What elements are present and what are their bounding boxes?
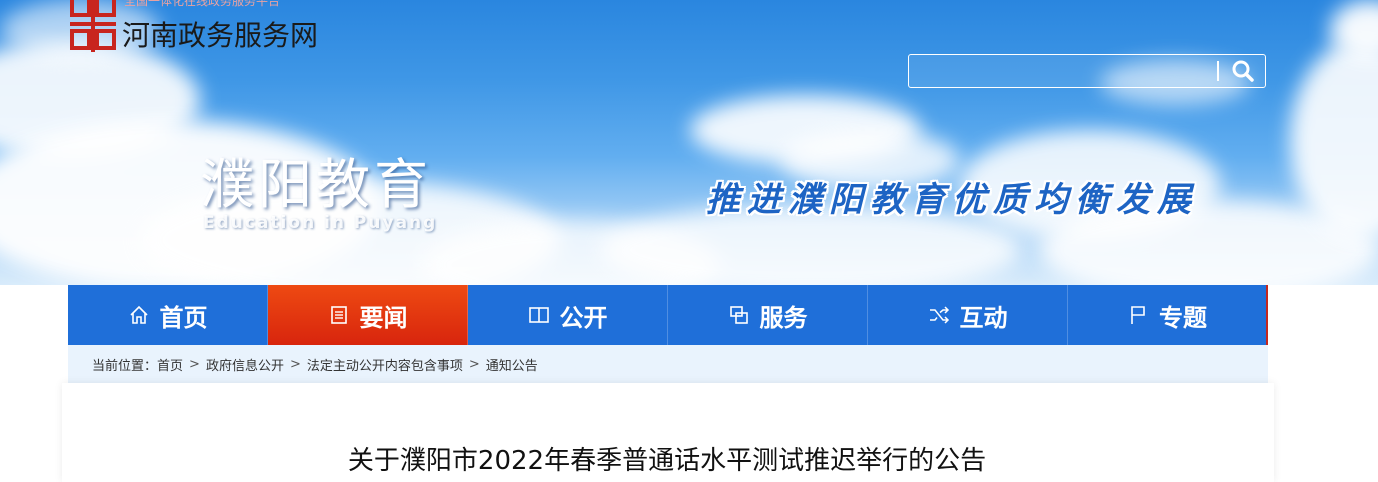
nav-item-label: 专题 [1159,303,1207,332]
nav-item-service[interactable]: 服务 [668,285,868,345]
nav-item-label: 公开 [559,303,608,332]
brand-title: 濮阳教育 [200,153,432,216]
breadcrumb-separator: > [289,356,301,372]
search-input[interactable] [913,58,1217,84]
nav-item-public[interactable]: 公开 [468,285,668,345]
nav-item-label: 要闻 [359,303,408,332]
henan-gov-logo-icon[interactable] [70,0,116,52]
site-tagline: 全国一体化在线政务服务平台 [124,0,281,8]
search-icon [1232,60,1254,82]
breadcrumb-link-gov-info[interactable]: 政府信息公开 [206,355,284,374]
breadcrumb-link-notices[interactable]: 通知公告 [486,355,538,374]
nav-item-news[interactable]: 要闻 [268,285,468,345]
nav-item-label: 互动 [959,303,1008,332]
flag-icon [1131,306,1145,324]
breadcrumb-separator: > [468,356,480,372]
main-nav: 首页 要闻 公开 服务 互动 专题 [68,285,1268,345]
brand-subtitle: Education in Puyang [203,213,438,233]
shuffle-icon [929,306,949,324]
breadcrumb-lead: 当前位置： [92,358,158,374]
breadcrumb-link-home[interactable]: 首页 [157,355,183,374]
nav-item-topics[interactable]: 专题 [1068,285,1268,345]
site-name[interactable]: 河南政务服务网 [122,14,318,54]
article-title: 关于濮阳市2022年春季普通话水平测试推迟举行的公告 [347,446,987,476]
book-icon [528,307,549,323]
breadcrumb-separator: > [189,356,200,372]
breadcrumb-link-statutory[interactable]: 法定主动公开内容包含事项 [307,355,463,374]
nav-item-interact[interactable]: 互动 [868,285,1068,345]
document-icon [330,306,347,324]
home-icon [129,305,148,324]
nav-item-label: 首页 [159,303,208,332]
header-banner: 全国一体化在线政务服务平台 河南政务服务网 濮阳教育 Education in … [0,0,1378,285]
nav-item-label: 服务 [759,303,808,332]
nav-item-home[interactable]: 首页 [68,285,268,345]
banner-slogan: 推进濮阳教育优质均衡发展 [706,180,1198,220]
breadcrumb: 当前位置： 首页 > 政府信息公开 > 法定主动公开内容包含事项 > 通知公告 [68,345,1268,383]
search-divider [1217,61,1219,81]
windows-icon [729,306,748,324]
search-box [908,54,1266,88]
search-button[interactable] [1225,57,1261,85]
